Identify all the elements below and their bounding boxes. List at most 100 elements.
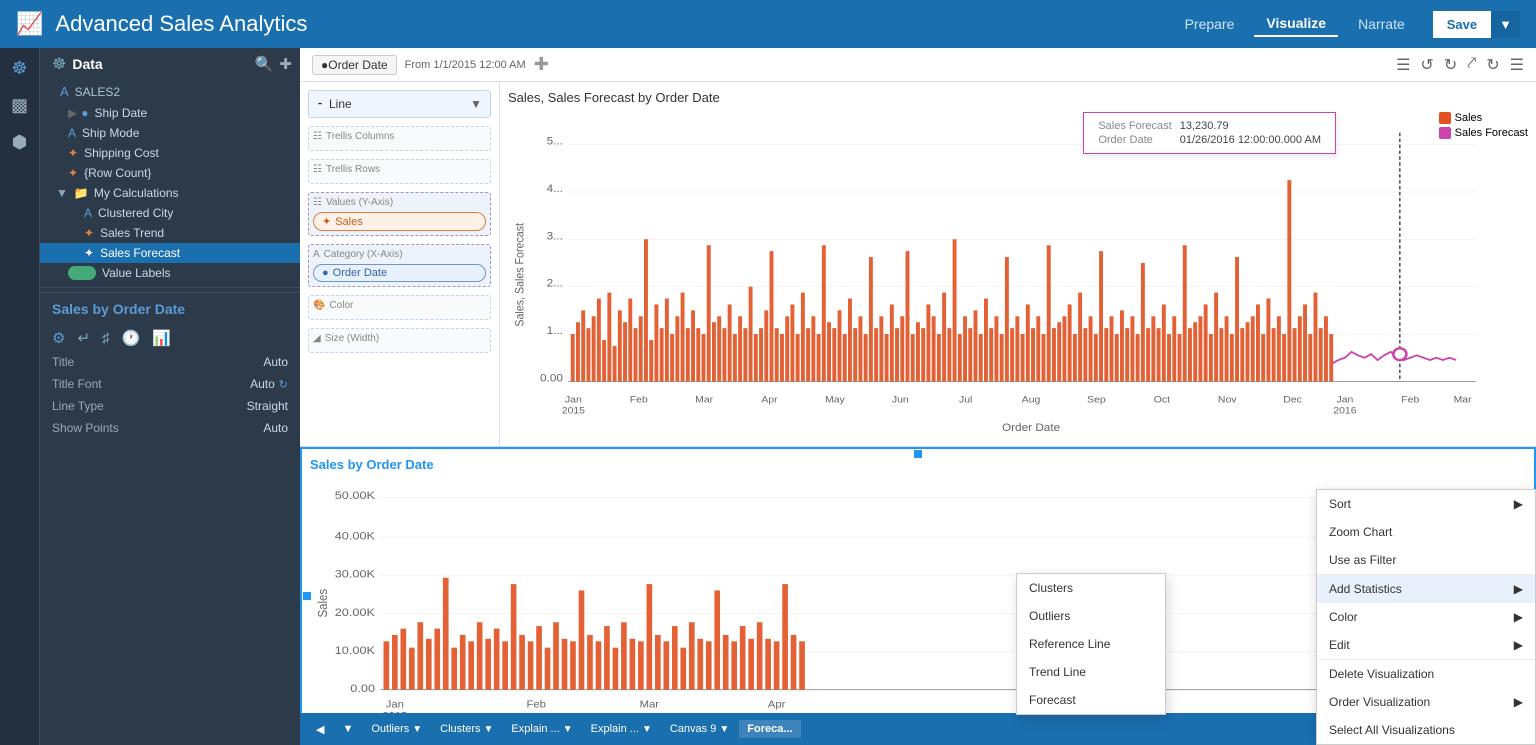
field-sales-forecast[interactable]: ✦ Sales Forecast xyxy=(40,243,300,263)
svg-text:Jul: Jul xyxy=(959,395,972,405)
sel-handle-left[interactable] xyxy=(302,591,312,601)
viz-tool-settings[interactable]: ⚙ xyxy=(52,329,65,347)
value-labels-toggle[interactable]: Value Labels xyxy=(40,263,300,283)
cm-color[interactable]: Color ▶ xyxy=(1317,603,1535,631)
cm-zoom-chart[interactable]: Zoom Chart xyxy=(1317,518,1535,546)
cm-add-statistics[interactable]: Add Statistics ▶ xyxy=(1317,575,1535,603)
explain1-tab[interactable]: Explain ...▼ xyxy=(503,720,580,738)
undo-icon[interactable]: ↺ xyxy=(1420,55,1433,75)
svg-text:Oct: Oct xyxy=(1154,395,1170,405)
cm-forecast[interactable]: Forecast xyxy=(1017,686,1165,714)
canvas9-tab[interactable]: Canvas 9▼ xyxy=(662,720,737,738)
nav-back-button[interactable]: ◀ xyxy=(308,720,332,739)
viz-tool-grid[interactable]: ♯ xyxy=(102,330,110,347)
size-shelf[interactable]: ◢ Size (Width) xyxy=(308,328,491,353)
data-header: ☸ Data 🔍 ✚ xyxy=(40,48,300,80)
share-icon[interactable]: ⤤ xyxy=(1467,55,1476,75)
cm-select-all[interactable]: Select All Visualizations xyxy=(1317,716,1535,744)
clusters-tab[interactable]: Clusters▼ xyxy=(432,720,501,738)
save-button[interactable]: Save xyxy=(1433,11,1491,38)
data-add-icon[interactable]: ✚ xyxy=(279,55,292,73)
svg-text:Mar: Mar xyxy=(695,395,714,405)
data-source-label: SALES2 xyxy=(75,85,120,99)
source-icon: A xyxy=(60,84,69,99)
menu-icon[interactable]: ☰ xyxy=(1396,55,1410,75)
viz-tool-chart[interactable]: 📊 xyxy=(152,329,171,347)
add-filter-button[interactable]: ✚ xyxy=(534,54,549,75)
legend-label-forecast: Sales Forecast xyxy=(1455,127,1528,139)
chart-icon[interactable]: ▩ xyxy=(11,95,28,116)
data-search-icon[interactable]: 🔍 xyxy=(255,55,274,73)
field-ship-mode[interactable]: A Ship Mode xyxy=(40,123,300,143)
sidebar-icon-row: ☸ ▩ ⬢ xyxy=(0,48,40,745)
field-ship-date[interactable]: ▶ ● Ship Date xyxy=(40,103,300,123)
trellis-columns-shelf[interactable]: ☷ Trellis Columns xyxy=(308,126,491,151)
svg-text:Feb: Feb xyxy=(630,395,648,405)
field-shipping-cost[interactable]: ✦ Shipping Cost xyxy=(40,143,300,163)
chart-selector-panel: ⁃ Line ▼ ☷ Trellis Columns ☷ Trelli xyxy=(300,82,500,446)
line-chart-icon: ⁃ xyxy=(317,97,323,111)
field-sales-trend[interactable]: ✦ Sales Trend xyxy=(40,223,300,243)
explain2-arrow: ▼ xyxy=(642,724,652,735)
cm-edit[interactable]: Edit ▶ xyxy=(1317,631,1535,659)
filter-icon[interactable]: ⬢ xyxy=(12,132,28,153)
svg-text:0.00: 0.00 xyxy=(540,373,563,384)
y-axis-icon: ☷ xyxy=(313,197,322,208)
tooltip-row1-label: Sales Forecast xyxy=(1094,119,1175,133)
redo-icon[interactable]: ↻ xyxy=(1444,55,1457,75)
order-date-shelf-label: Order Date xyxy=(333,267,387,279)
explain2-tab[interactable]: Explain ...▼ xyxy=(583,720,660,738)
field-clustered-city[interactable]: A Clustered City xyxy=(40,203,300,223)
svg-text:50.00K: 50.00K xyxy=(335,488,375,501)
tab-prepare[interactable]: Prepare xyxy=(1173,12,1247,36)
folder-collapse-icon: ▼ xyxy=(56,186,68,200)
cm-sort[interactable]: Sort ▶ xyxy=(1317,490,1535,518)
prop-line-type: Line Type Straight xyxy=(40,395,300,417)
svg-text:Mar: Mar xyxy=(1454,395,1473,405)
nav-down-button[interactable]: ▼ xyxy=(334,720,361,738)
data-icon[interactable]: ☸ xyxy=(11,58,27,79)
nav-tabs: Prepare Visualize Narrate xyxy=(1173,11,1417,37)
cm-use-as-filter[interactable]: Use as Filter xyxy=(1317,546,1535,574)
color-shelf[interactable]: 🎨 Color xyxy=(308,295,491,320)
field-icon-row-count: ✦ xyxy=(68,166,78,180)
folder-icon: 📁 xyxy=(74,186,89,200)
field-row-count[interactable]: ✦ {Row Count} xyxy=(40,163,300,183)
viz-tool-clock[interactable]: 🕐 xyxy=(122,329,141,347)
svg-text:5...: 5... xyxy=(547,136,563,147)
folder-my-calculations[interactable]: ▼ 📁 My Calculations xyxy=(40,183,300,203)
forecast-tab[interactable]: Foreca... xyxy=(739,720,800,738)
tab-narrate[interactable]: Narrate xyxy=(1346,12,1417,36)
cm-order-viz[interactable]: Order Visualization ▶ xyxy=(1317,688,1535,716)
outliers-tab[interactable]: Outliers▼ xyxy=(363,720,430,738)
chart-container: ⁃ Line ▼ ☷ Trellis Columns ☷ Trelli xyxy=(300,82,1536,745)
more-icon[interactable]: ☰ xyxy=(1510,55,1524,75)
sel-handle-top[interactable] xyxy=(913,449,923,459)
viz-tool-back[interactable]: ↵ xyxy=(77,329,90,347)
legend-item-forecast: Sales Forecast xyxy=(1439,127,1528,139)
order-date-shelf-pill[interactable]: ● Order Date xyxy=(313,264,486,282)
svg-text:Sep: Sep xyxy=(1087,395,1106,405)
svg-text:Jan: Jan xyxy=(1336,395,1353,405)
chart-type-button[interactable]: ⁃ Line ▼ xyxy=(308,90,491,118)
prop-title-font-reset[interactable]: ↻ xyxy=(279,378,288,391)
save-dropdown-button[interactable]: ▼ xyxy=(1491,11,1520,38)
left-sidebar: ☸ ▩ ⬢ ☸ Data 🔍 ✚ A SALES2 ▶ ● Ship Date xyxy=(0,48,300,745)
trellis-rows-shelf[interactable]: ☷ Trellis Rows xyxy=(308,159,491,184)
cm-clusters[interactable]: Clusters xyxy=(1017,574,1165,602)
main-chart-title: Sales, Sales Forecast by Order Date xyxy=(508,90,1528,105)
svg-text:Apr: Apr xyxy=(761,395,778,405)
order-date-label: ● xyxy=(321,58,328,72)
refresh-icon[interactable]: ↻ xyxy=(1486,55,1499,75)
viz-section-title[interactable]: Sales by Order Date xyxy=(52,301,185,317)
cm-reference-line[interactable]: Reference Line xyxy=(1017,630,1165,658)
tab-visualize[interactable]: Visualize xyxy=(1254,11,1338,37)
sales-pill[interactable]: ✦ Sales xyxy=(313,212,486,231)
svg-text:10.00K: 10.00K xyxy=(335,643,375,656)
field-icon-clustered-city: A xyxy=(84,206,92,220)
cm-outliers[interactable]: Outliers xyxy=(1017,602,1165,630)
tooltip-row2-label: Order Date xyxy=(1094,133,1175,147)
cm-trend-line[interactable]: Trend Line xyxy=(1017,658,1165,686)
cm-delete-viz[interactable]: Delete Visualization xyxy=(1317,660,1535,688)
chart-legend: Sales Sales Forecast xyxy=(1439,112,1528,142)
